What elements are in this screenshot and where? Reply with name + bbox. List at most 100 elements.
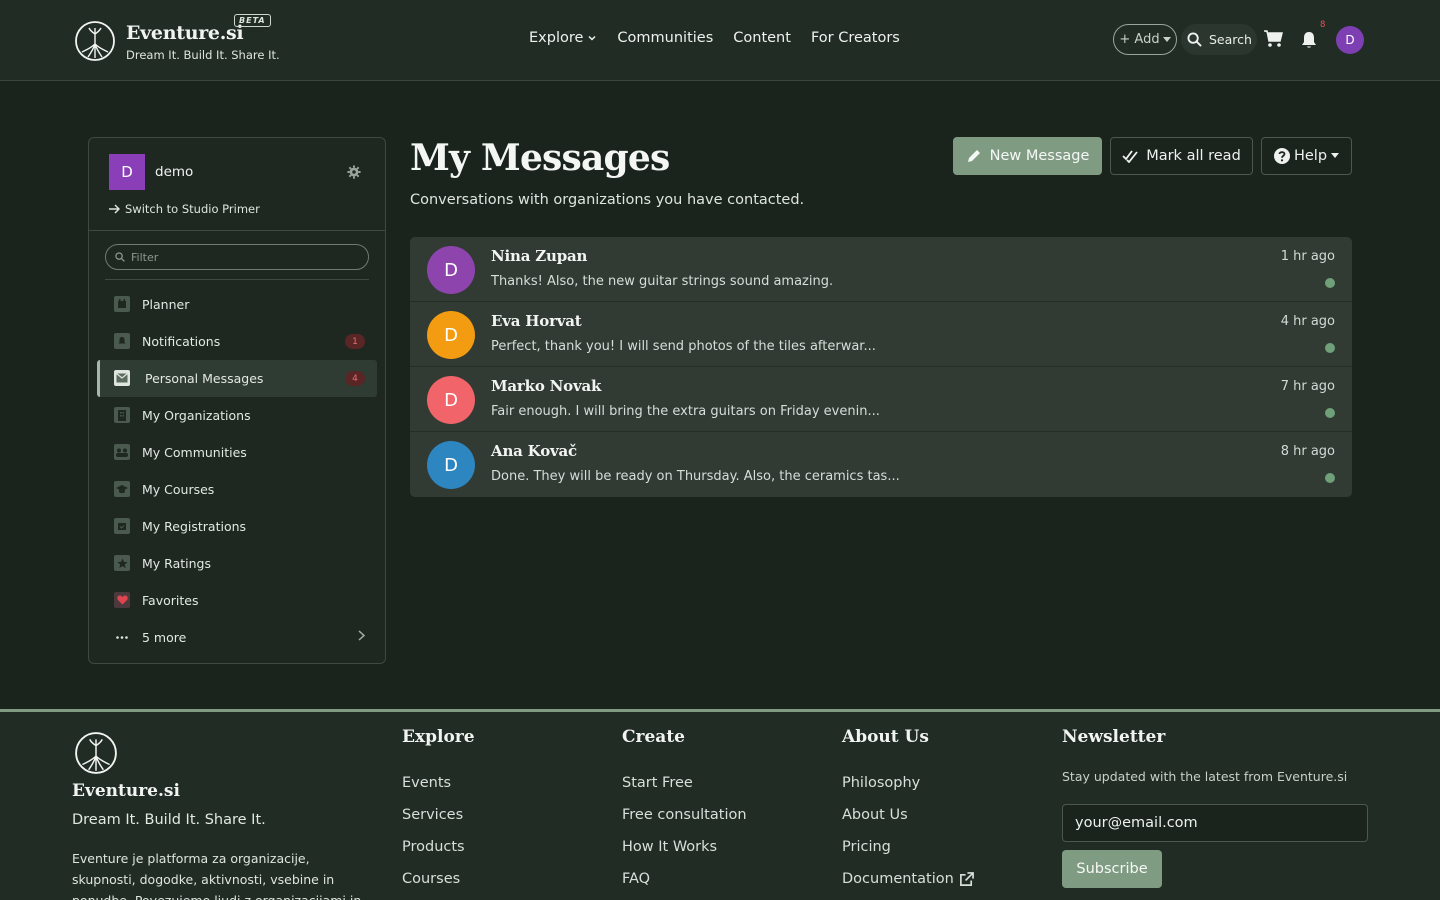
sidebar-item-my-courses[interactable]: My Courses — [97, 471, 377, 508]
check-double-icon — [1122, 150, 1138, 163]
new-message-button[interactable]: New Message — [953, 137, 1102, 175]
top-navbar: Eventure.si BETA Dream It. Build It. Sha… — [0, 0, 1440, 81]
ellipsis-icon — [114, 629, 130, 645]
footer-link-services[interactable]: Services — [402, 799, 475, 831]
avatar: D — [109, 154, 145, 190]
divider — [89, 230, 385, 231]
sender-name: Marko Novak — [491, 377, 602, 395]
footer-link-how-it-works[interactable]: How It Works — [622, 831, 747, 863]
footer-link-free-consultation[interactable]: Free consultation — [622, 799, 747, 831]
message-time: 7 hr ago — [1280, 379, 1335, 394]
help-dropdown-button[interactable]: Help — [1261, 137, 1352, 175]
footer-heading: Create — [622, 727, 685, 747]
message-preview: Perfect, thank you! I will send photos o… — [491, 339, 876, 354]
unread-indicator — [1325, 278, 1335, 288]
sidebar-item-personal-messages[interactable]: Personal Messages 4 — [97, 360, 377, 397]
graduation-cap-icon — [114, 481, 130, 497]
footer-link-start-free[interactable]: Start Free — [622, 767, 747, 799]
message-preview: Fair enough. I will bring the extra guit… — [491, 404, 880, 419]
footer-link-events[interactable]: Events — [402, 767, 475, 799]
footer-link-documentation[interactable]: Documentation — [842, 863, 974, 895]
newsletter-email-field[interactable] — [1062, 804, 1368, 842]
message-row-ana-kovac[interactable]: D Ana Kovač Done. They will be ready on … — [410, 432, 1352, 497]
footer-explore-column: Explore Events Services Products Courses — [402, 727, 475, 895]
subscribe-button[interactable]: Subscribe — [1062, 850, 1162, 888]
footer-tagline: Dream It. Build It. Share It. — [72, 812, 266, 828]
bell-icon — [114, 333, 130, 349]
sidebar-item-notifications[interactable]: Notifications 1 — [97, 323, 377, 360]
avatar: D — [427, 311, 475, 359]
footer-about-column: About Us Philosophy About Us Pricing Doc… — [842, 727, 974, 895]
footer-link-faq[interactable]: FAQ — [622, 863, 747, 895]
tree-logo-icon — [75, 732, 117, 774]
unread-indicator — [1325, 473, 1335, 483]
footer-description: Eventure je platforma za organizacije, s… — [72, 851, 361, 900]
footer-link-about-us[interactable]: About Us — [842, 799, 974, 831]
caret-down-icon — [1331, 153, 1340, 158]
user-name: demo — [155, 164, 194, 180]
switch-studio-link[interactable]: Switch to Studio Primer — [109, 202, 260, 216]
sidebar-item-my-ratings[interactable]: My Ratings — [97, 545, 377, 582]
sidebar-item-planner[interactable]: Planner — [97, 286, 377, 323]
count-badge: 4 — [345, 371, 365, 386]
filter-input[interactable]: Filter — [105, 244, 369, 270]
add-button[interactable]: + Add — [1113, 24, 1177, 55]
users-icon — [114, 444, 130, 460]
footer-newsletter-column: Newsletter — [1062, 727, 1165, 767]
heart-icon — [114, 592, 130, 608]
avatar: D — [427, 441, 475, 489]
page-subtitle: Conversations with organizations you hav… — [410, 192, 805, 208]
search-icon — [115, 252, 125, 262]
footer-link-pricing[interactable]: Pricing — [842, 831, 974, 863]
account-sidebar: D demo Switch to Studio Primer Filter Pl… — [88, 137, 386, 664]
building-icon — [114, 407, 130, 423]
footer-link-products[interactable]: Products — [402, 831, 475, 863]
avatar: D — [427, 376, 475, 424]
nav-for-creators[interactable]: For Creators — [811, 30, 900, 46]
sidebar-item-my-registrations[interactable]: My Registrations — [97, 508, 377, 545]
gear-icon[interactable] — [347, 165, 361, 179]
sender-name: Ana Kovač — [491, 442, 577, 460]
chevron-right-icon — [358, 630, 366, 644]
tagline: Dream It. Build It. Share It. — [126, 48, 280, 62]
envelope-icon — [114, 370, 130, 386]
unread-indicator — [1325, 343, 1335, 353]
message-row-eva-horvat[interactable]: D Eva Horvat Perfect, thank you! I will … — [410, 302, 1352, 367]
message-time: 4 hr ago — [1280, 314, 1335, 329]
notification-count-badge: 8 — [1320, 20, 1326, 30]
message-row-nina-zupan[interactable]: D Nina Zupan Thanks! Also, the new guita… — [410, 237, 1352, 302]
beta-badge: BETA — [234, 14, 271, 27]
caret-down-icon — [1162, 36, 1171, 42]
footer-link-courses[interactable]: Courses — [402, 863, 475, 895]
bell-icon[interactable] — [1299, 30, 1319, 50]
external-link-icon — [959, 871, 974, 886]
footer-heading: About Us — [842, 727, 929, 747]
footer-brand: Eventure.si — [72, 781, 180, 801]
sidebar-item-more[interactable]: 5 more — [97, 619, 377, 656]
cart-icon[interactable] — [1264, 30, 1284, 48]
calendar-icon — [114, 296, 130, 312]
sidebar-item-favorites[interactable]: Favorites — [97, 582, 377, 619]
sidebar-item-my-communities[interactable]: My Communities — [97, 434, 377, 471]
brand-name[interactable]: Eventure.si — [126, 22, 244, 44]
main-nav: Explore Communities Content For Creators — [529, 30, 900, 46]
nav-content[interactable]: Content — [733, 30, 791, 46]
mark-all-read-button[interactable]: Mark all read — [1110, 137, 1253, 175]
footer-heading: Explore — [402, 727, 475, 747]
search-button[interactable]: Search — [1181, 24, 1257, 55]
sidebar-item-my-organizations[interactable]: My Organizations — [97, 397, 377, 434]
avatar: D — [427, 246, 475, 294]
user-avatar-button[interactable]: D — [1336, 26, 1364, 54]
footer-create-column: Create Start Free Free consultation How … — [622, 727, 747, 895]
unread-indicator — [1325, 408, 1335, 418]
message-row-marko-novak[interactable]: D Marko Novak Fair enough. I will bring … — [410, 367, 1352, 432]
chevron-down-icon — [588, 35, 596, 41]
message-preview: Thanks! Also, the new guitar strings sou… — [491, 274, 834, 289]
nav-explore[interactable]: Explore — [529, 30, 597, 46]
tree-logo-icon[interactable] — [74, 20, 116, 62]
sender-name: Eva Horvat — [491, 312, 582, 330]
message-time: 1 hr ago — [1280, 249, 1335, 264]
footer-link-philosophy[interactable]: Philosophy — [842, 767, 974, 799]
calendar-check-icon — [114, 518, 130, 534]
nav-communities[interactable]: Communities — [617, 30, 713, 46]
